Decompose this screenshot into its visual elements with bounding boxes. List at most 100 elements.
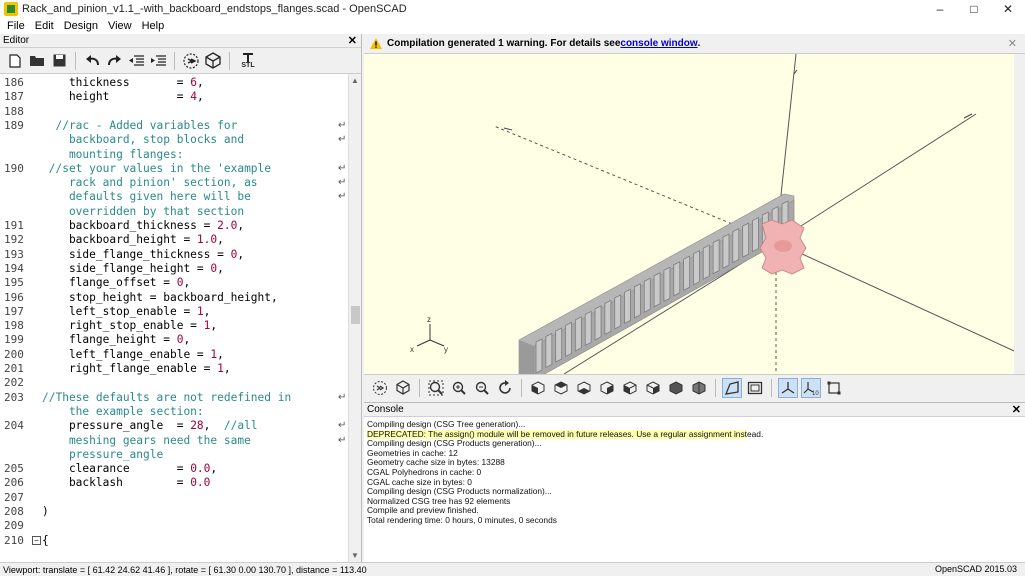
line-number: 198 (4, 319, 24, 333)
code-line: pressure_angle (42, 447, 164, 461)
scroll-up-arrow-icon[interactable]: ▲ (351, 76, 359, 85)
rack-tooth (752, 216, 759, 253)
version-label: OpenSCAD 2015.03 (934, 564, 1017, 574)
show-edges-icon[interactable] (824, 378, 844, 398)
perspective-icon[interactable] (722, 377, 742, 398)
editor-panel: Editor ✕ STL 186 187 188 189 190 191 192… (0, 34, 362, 562)
minimize-button[interactable]: – (923, 0, 957, 18)
preview-icon[interactable] (182, 52, 200, 70)
menu-file[interactable]: File (2, 20, 30, 32)
scroll-down-arrow-icon[interactable]: ▼ (351, 551, 359, 560)
console-panel: Console ✕ Compiling design (CSG Tree gen… (364, 402, 1025, 562)
fold-toggle-icon[interactable]: − (32, 535, 41, 545)
render-icon[interactable] (204, 52, 222, 70)
openscad-app-icon (4, 2, 18, 16)
editor-title: Editor (3, 35, 30, 46)
code-editor[interactable]: 186 187 188 189 190 191 192 193 194 195 196 197 198 1… (0, 74, 361, 562)
code-line: the example section: (42, 404, 204, 418)
line-wrap-icon: ↵ (338, 391, 347, 403)
pinion-model (759, 219, 807, 275)
reset-view-icon[interactable] (495, 378, 515, 398)
rack-tooth (574, 316, 582, 352)
code-line: left_stop_enable = 1, (42, 304, 211, 318)
rack-tooth (732, 227, 740, 264)
status-bar: Viewport: translate = [ 61.42 24.62 41.4… (0, 562, 1025, 576)
rack-tooth (545, 332, 553, 369)
axes-gizmo: z x y (410, 315, 448, 354)
show-scale-icon[interactable]: 10 (801, 377, 821, 398)
view-toolbar-separator (771, 378, 772, 397)
toolbar-separator (174, 51, 175, 70)
menu-design[interactable]: Design (59, 20, 103, 32)
line-wrap-icon: ↵ (338, 162, 347, 174)
indent-icon[interactable] (149, 52, 167, 70)
rack-tooth (722, 233, 730, 269)
editor-vertical-scrollbar[interactable]: ▲ ▼ (348, 74, 361, 562)
window-controls: – □ ✕ (923, 0, 1025, 18)
console-window-link[interactable]: console window (620, 38, 697, 49)
code-line: rack and pinion' section, as (42, 176, 258, 190)
view-front-icon[interactable] (620, 378, 640, 398)
view-all-icon[interactable] (426, 378, 446, 398)
export-stl-icon[interactable]: STL (237, 52, 259, 70)
line-number: 192 (4, 233, 24, 247)
editor-scroll-thumb[interactable] (351, 306, 360, 324)
3d-viewport[interactable]: z x y Compilation generated 1 warning. F… (364, 34, 1025, 374)
rack-tooth (535, 338, 543, 374)
view-bottom-icon[interactable] (574, 378, 594, 398)
close-window-button[interactable]: ✕ (991, 0, 1025, 18)
open-file-icon[interactable] (28, 52, 46, 70)
zoom-out-icon[interactable] (472, 378, 492, 398)
line-number: 208 (4, 505, 24, 518)
view-left-icon[interactable] (597, 378, 617, 398)
line-number: 186 (4, 76, 24, 89)
rack-tooth (742, 222, 750, 258)
redo-icon[interactable] (105, 52, 123, 70)
line-number: 189 (4, 118, 24, 132)
render-view-icon[interactable] (393, 378, 413, 398)
maximize-button[interactable]: □ (957, 0, 991, 18)
view-back-icon[interactable] (643, 378, 663, 398)
undo-icon[interactable] (83, 52, 101, 70)
code-line: backlash = 0.0 (42, 476, 211, 490)
view-right-icon[interactable] (528, 378, 548, 398)
menu-help[interactable]: Help (137, 20, 170, 32)
menu-edit[interactable]: Edit (30, 20, 59, 32)
view-top-icon[interactable] (551, 378, 571, 398)
line-number: 193 (4, 247, 24, 261)
console-line: Total rendering time: 0 hours, 0 minutes… (367, 514, 557, 525)
code-line: thickness = 6, (42, 76, 204, 89)
3d-scene: z x y (410, 53, 1025, 374)
view-center-icon[interactable] (689, 378, 709, 398)
gizmo-x-label: x (410, 345, 414, 354)
export-stl-label: STL (241, 61, 255, 69)
code-line: { (42, 533, 49, 547)
console-close-icon[interactable]: ✕ (1012, 403, 1021, 416)
code-line: stop_height = backboard_height, (42, 290, 278, 304)
unindent-icon[interactable] (127, 52, 145, 70)
code-line: flange_height = 0, (42, 333, 191, 347)
menu-view[interactable]: View (103, 20, 137, 32)
view-diagonal-icon[interactable] (666, 378, 686, 398)
preview-view-icon[interactable] (370, 378, 390, 398)
code-line: side_flange_thickness = 0, (42, 247, 245, 261)
save-file-icon[interactable] (50, 52, 68, 70)
code-line: backboard_height = 1.0, (42, 233, 224, 247)
rack-tooth (633, 283, 641, 319)
code-line: pressure_angle = 28, //all (42, 419, 258, 433)
new-file-icon[interactable] (6, 52, 24, 70)
show-axes-icon[interactable] (778, 377, 798, 398)
orthogonal-icon[interactable] (745, 378, 765, 398)
warning-close-icon[interactable]: ✕ (1008, 37, 1017, 50)
line-number: 203 (4, 390, 24, 404)
zoom-in-icon[interactable] (449, 378, 469, 398)
code-line: //set your values in the 'example (42, 161, 272, 175)
code-line: backboard_thickness = 2.0, (42, 219, 245, 232)
line-number: 202 (4, 376, 24, 390)
warning-bar: Compilation generated 1 warning. For det… (364, 34, 1025, 54)
viewport-scrollbar[interactable] (1014, 54, 1025, 374)
code-line: meshing gears need the same (42, 433, 251, 447)
editor-close-icon[interactable]: ✕ (348, 34, 357, 47)
line-number: 209 (4, 519, 24, 533)
code-line: defaults given here will be (42, 190, 251, 204)
